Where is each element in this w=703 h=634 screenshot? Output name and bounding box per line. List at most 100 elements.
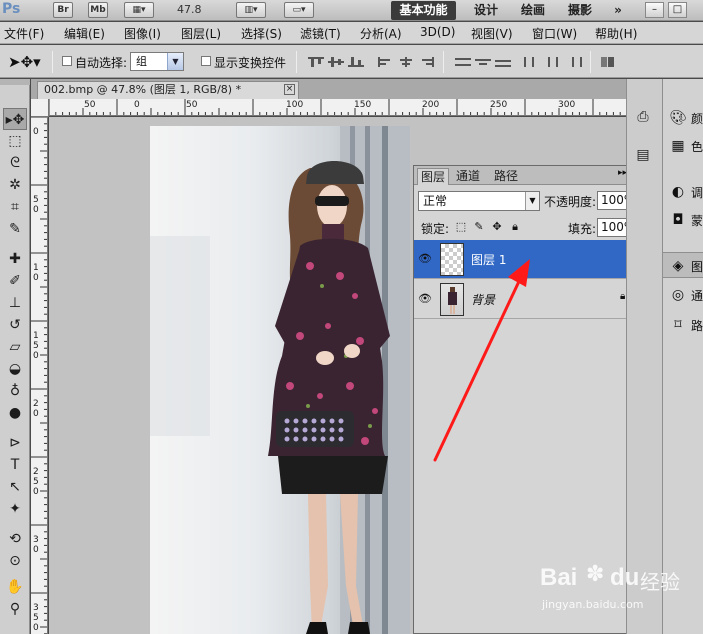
- workspace-painting[interactable]: 绘画: [517, 1, 549, 20]
- masks-panel-button[interactable]: ◘ 蒙: [663, 207, 703, 233]
- swatches-panel-button[interactable]: ▦ 色: [663, 133, 703, 159]
- tab-paths[interactable]: 路径: [489, 168, 523, 185]
- lock-position-icon[interactable]: ✥: [491, 221, 503, 233]
- document-tab-strip: 002.bmp @ 47.8% (图层 1, RGB/8) * ×: [31, 79, 626, 99]
- dodge-tool-icon[interactable]: ●: [3, 402, 27, 424]
- toolbar-grip[interactable]: [0, 79, 30, 85]
- menu-filter[interactable]: 滤镜(T): [300, 25, 341, 42]
- dock-label: 路: [691, 319, 703, 333]
- align-left-icon[interactable]: [378, 57, 394, 67]
- align-right-icon[interactable]: [418, 57, 434, 67]
- tool-preset-picker[interactable]: ➤✥▾: [8, 52, 46, 72]
- vertical-ruler[interactable]: 0 5 0 1 0 1 5 0 2 0 2 5 0 3 0 3 5 0: [31, 117, 48, 634]
- clone-stamp-icon[interactable]: ⊥: [3, 292, 27, 314]
- paint-bucket-icon[interactable]: ◒: [3, 358, 27, 380]
- crop-tool-icon[interactable]: ⌗: [3, 196, 27, 218]
- lock-all-icon[interactable]: 🔒︎: [509, 221, 521, 233]
- align-top-icon[interactable]: [308, 57, 324, 67]
- eraser-tool-icon[interactable]: ▱: [3, 336, 27, 358]
- distribute-right-icon[interactable]: [567, 57, 583, 67]
- watermark-brand: Bai: [540, 564, 578, 591]
- menu-3d[interactable]: 3D(D): [420, 25, 455, 39]
- tab-channels[interactable]: 通道: [451, 168, 485, 185]
- shape-tool-icon[interactable]: ✦: [3, 498, 27, 520]
- menu-edit[interactable]: 编辑(E): [64, 25, 105, 42]
- ruler-label: 300: [558, 100, 576, 110]
- distribute-top-icon[interactable]: [455, 57, 471, 67]
- workspace-photography[interactable]: 摄影: [564, 1, 596, 20]
- view-extras-button[interactable]: ▦▾: [124, 2, 154, 18]
- brush-tool-icon[interactable]: ✐: [3, 270, 27, 292]
- show-transform-label: 显示变换控件: [214, 56, 287, 70]
- photoshop-logo: Ps: [2, 1, 21, 17]
- channels-panel-button[interactable]: ◎ 通: [663, 282, 703, 308]
- align-hcenter-icon[interactable]: [398, 57, 414, 67]
- actions-panel-icon[interactable]: ▤: [633, 146, 653, 164]
- move-arrow-icon: ➤✥▾: [8, 53, 41, 71]
- more-workspaces-button[interactable]: »: [608, 1, 628, 20]
- adjustments-panel-button[interactable]: ◐ 调: [663, 179, 703, 205]
- document-tab[interactable]: 002.bmp @ 47.8% (图层 1, RGB/8) * ×: [37, 81, 299, 99]
- ruler-label: 5: [33, 195, 39, 205]
- auto-select-target-dropdown[interactable]: 组 ▼: [130, 52, 184, 71]
- align-vcenter-icon[interactable]: [328, 57, 344, 67]
- distribute-left-icon[interactable]: [523, 57, 539, 67]
- menu-window[interactable]: 窗口(W): [532, 25, 577, 42]
- menu-image[interactable]: 图像(I): [124, 25, 161, 42]
- hand-tool-icon[interactable]: ✋: [3, 576, 27, 598]
- eyedropper-tool-icon[interactable]: ✎: [3, 218, 27, 240]
- ruler-label: 0: [33, 545, 39, 555]
- screen-mode-button[interactable]: ▭▾: [284, 2, 314, 18]
- blend-mode-dropdown[interactable]: 正常 ▼: [418, 191, 540, 211]
- bridge-button[interactable]: Br: [53, 2, 73, 18]
- layers-panel-button[interactable]: ◈ 图: [663, 252, 703, 278]
- blur-tool-icon[interactable]: ♁: [3, 380, 27, 402]
- ruler-label: 50: [84, 100, 96, 110]
- lasso-tool-icon[interactable]: ᘓ: [3, 152, 27, 174]
- dock-label: 调: [691, 186, 703, 200]
- type-tool-icon[interactable]: T: [3, 454, 27, 476]
- lock-transparency-icon[interactable]: ⬚: [455, 221, 467, 233]
- horizontal-ruler[interactable]: 50 0 50 100 150 200 250 300: [49, 99, 626, 116]
- menu-help[interactable]: 帮助(H): [595, 25, 637, 42]
- paths-panel-button[interactable]: ⌑ 路: [663, 312, 703, 338]
- workspace-design[interactable]: 设计: [470, 1, 502, 20]
- quick-select-tool-icon[interactable]: ✲: [3, 174, 27, 196]
- distribute-bottom-icon[interactable]: [495, 57, 511, 67]
- distribute-vcenter-icon[interactable]: [475, 57, 491, 67]
- menu-layer[interactable]: 图层(L): [181, 25, 221, 42]
- workspace-essentials[interactable]: 基本功能: [391, 1, 456, 20]
- ruler-origin[interactable]: [31, 99, 49, 117]
- zoom-level[interactable]: 47.8: [177, 3, 202, 16]
- close-icon[interactable]: ×: [284, 84, 295, 95]
- minimize-button[interactable]: –: [645, 2, 664, 18]
- pen-tool-icon[interactable]: ⊳: [3, 432, 27, 454]
- lock-pixels-icon[interactable]: ✎: [473, 221, 485, 233]
- menu-file[interactable]: 文件(F): [4, 25, 44, 42]
- distribute-hcenter-icon[interactable]: [545, 57, 561, 67]
- mini-bridge-button[interactable]: Mb: [88, 2, 108, 18]
- menu-bar: 文件(F) 编辑(E) 图像(I) 图层(L) 选择(S) 滤镜(T) 分析(A…: [0, 22, 703, 44]
- zoom-tool-icon[interactable]: ⚲: [3, 598, 27, 620]
- marquee-tool-icon[interactable]: ⬚: [3, 130, 27, 152]
- history-panel-icon[interactable]: ⎙: [633, 108, 653, 126]
- history-brush-icon[interactable]: ↺: [3, 314, 27, 336]
- tab-layers[interactable]: 图层: [417, 168, 449, 185]
- healing-brush-icon[interactable]: ✚: [3, 248, 27, 270]
- show-transform-checkbox[interactable]: [201, 56, 211, 66]
- channels-icon: ◎: [671, 287, 685, 303]
- move-tool-icon[interactable]: ▸✥: [3, 108, 27, 130]
- menu-select[interactable]: 选择(S): [241, 25, 282, 42]
- maximize-button[interactable]: □: [668, 2, 687, 18]
- 3d-rotate-icon[interactable]: ⟲: [3, 528, 27, 550]
- align-bottom-icon[interactable]: [348, 57, 364, 67]
- 3d-orbit-icon[interactable]: ⊙: [3, 550, 27, 572]
- arrange-documents-button[interactable]: ▥▾: [236, 2, 266, 18]
- auto-select-checkbox[interactable]: [62, 56, 72, 66]
- menu-analysis[interactable]: 分析(A): [360, 25, 402, 42]
- auto-align-layers-icon[interactable]: [600, 57, 616, 67]
- watermark-url: jingyan.baidu.com: [542, 598, 644, 611]
- path-select-icon[interactable]: ↖: [3, 476, 27, 498]
- menu-view[interactable]: 视图(V): [471, 25, 513, 42]
- color-panel-button[interactable]: 🎨︎ 颜: [663, 105, 703, 131]
